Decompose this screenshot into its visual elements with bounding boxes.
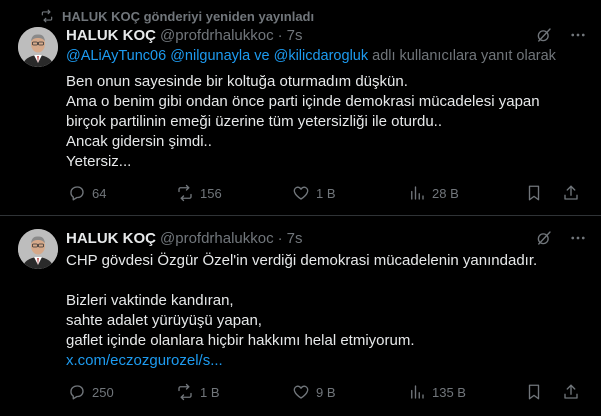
repost-count: 156	[200, 185, 222, 201]
views-button[interactable]: 28 B	[408, 181, 459, 205]
tweet-text: Ben onun sayesinde bir koltuğa oturmadım…	[66, 72, 586, 172]
more-icon[interactable]	[569, 229, 587, 247]
separator-dot: ·	[277, 26, 283, 44]
timeline-feed: HALUK KOÇ gönderiyi yeniden yayınladı HA…	[0, 0, 601, 416]
like-button[interactable]: 1 B	[292, 181, 336, 205]
like-button[interactable]: 9 B	[292, 380, 336, 404]
bookmark-icon	[528, 185, 540, 201]
repost-icon	[178, 383, 192, 401]
more-icon[interactable]	[569, 26, 587, 44]
like-count: 1 B	[316, 185, 336, 201]
mention-link[interactable]: @nilgunayla ve @kilicdarogluk	[170, 48, 368, 64]
reply-to-suffix: adlı kullanıcılara yanıt olarak	[372, 48, 556, 64]
tweet-text-line: gaflet içinde olanlara hiçbir hakkımı he…	[66, 332, 415, 349]
mention-link[interactable]: @ALiAyTunc06	[66, 48, 166, 64]
bookmark-icon	[528, 384, 540, 400]
share-icon	[564, 384, 578, 399]
heart-icon	[293, 385, 309, 399]
reply-count: 250	[92, 384, 114, 400]
share-button[interactable]	[562, 181, 580, 205]
tweet[interactable]: HALUK KOÇ @profdrhalukkoc · 7s CHP gövde…	[0, 217, 601, 416]
author-handle[interactable]: @profdrhalukkoc	[160, 230, 274, 247]
action-bar: 250 1 B 9 B 135 B	[66, 380, 586, 404]
tweet-text-line: Ama o benim gibi ondan önce parti içinde…	[66, 93, 540, 110]
grok-icon[interactable]	[535, 229, 553, 247]
avatar[interactable]	[18, 229, 58, 269]
reply-to-line: @ALiAyTunc06 @nilgunayla ve @kilicdarogl…	[66, 48, 556, 68]
bookmark-button[interactable]	[525, 380, 543, 404]
heart-icon	[293, 186, 309, 200]
tweet-text-line: CHP gövdesi Özgür Özel'in verdiği demokr…	[66, 252, 538, 269]
like-count: 9 B	[316, 384, 336, 400]
timestamp[interactable]: 7s	[287, 230, 303, 247]
tweet[interactable]: HALUK KOÇ gönderiyi yeniden yayınladı HA…	[0, 0, 601, 216]
tweet-header: HALUK KOÇ @profdrhalukkoc · 7s	[66, 228, 302, 248]
repost-notice[interactable]: HALUK KOÇ gönderiyi yeniden yayınladı	[40, 8, 314, 24]
tweet-text-line: Ben onun sayesinde bir koltuğa oturmadım…	[66, 73, 408, 90]
reply-button[interactable]: 64	[68, 181, 106, 205]
bookmark-button[interactable]	[525, 181, 543, 205]
tweet-header: HALUK KOÇ @profdrhalukkoc · 7s	[66, 25, 302, 45]
share-button[interactable]	[562, 380, 580, 404]
views-button[interactable]: 135 B	[408, 380, 466, 404]
tweet-text-line: Bizleri vaktinde kandıran,	[66, 292, 234, 309]
timestamp[interactable]: 7s	[287, 27, 303, 44]
tweet-text: CHP gövdesi Özgür Özel'in verdiği demokr…	[66, 251, 586, 371]
reply-icon	[70, 385, 84, 400]
author-name[interactable]: HALUK KOÇ	[66, 230, 156, 247]
author-name[interactable]: HALUK KOÇ	[66, 27, 156, 44]
author-handle[interactable]: @profdrhalukkoc	[160, 27, 274, 44]
tweet-text-line: birçok partilinin emeği üzerine tüm yete…	[66, 113, 442, 130]
share-icon	[564, 185, 578, 200]
views-icon	[411, 385, 424, 399]
tweet-link[interactable]: x.com/eczozgurozel/s...	[66, 351, 586, 371]
repost-icon	[178, 184, 192, 202]
avatar[interactable]	[18, 27, 58, 67]
reply-button[interactable]: 250	[68, 380, 114, 404]
tweet-text-line: Ancak gidersin şimdi..	[66, 133, 212, 150]
tweet-text-line: Yetersiz...	[66, 153, 132, 170]
repost-count: 1 B	[200, 384, 220, 400]
action-bar: 64 156 1 B 28 B	[66, 181, 586, 205]
repost-icon	[41, 9, 53, 23]
repost-button[interactable]: 156	[176, 181, 222, 205]
reply-count: 64	[92, 185, 107, 201]
separator-dot: ·	[277, 229, 283, 247]
header-icons	[535, 25, 587, 45]
grok-icon[interactable]	[535, 26, 553, 44]
tweet-text-line: sahte adalet yürüyüşü yapan,	[66, 312, 262, 329]
reply-icon	[70, 186, 84, 201]
repost-notice-text: HALUK KOÇ gönderiyi yeniden yayınladı	[62, 8, 315, 24]
views-count: 28 B	[432, 185, 459, 201]
views-icon	[411, 186, 424, 200]
repost-button[interactable]: 1 B	[176, 380, 220, 404]
views-count: 135 B	[432, 384, 466, 400]
header-icons	[535, 228, 587, 248]
